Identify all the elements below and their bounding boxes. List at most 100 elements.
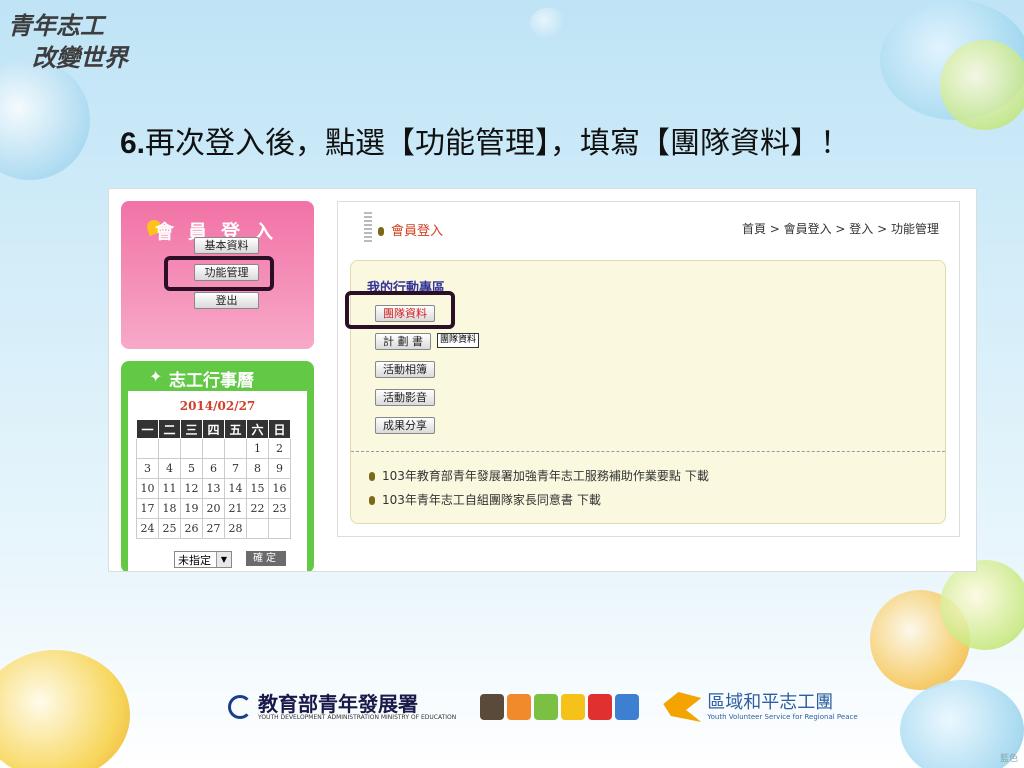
day-cell[interactable]: 22 — [246, 498, 269, 519]
bubble-decoration — [940, 560, 1024, 650]
day-cell[interactable] — [202, 438, 225, 459]
book-icon — [480, 694, 505, 720]
nature-icon — [534, 694, 559, 720]
category-select[interactable]: 未指定 ▼ — [174, 551, 232, 568]
day-cell[interactable] — [268, 518, 291, 539]
day-cell[interactable] — [246, 518, 269, 539]
week-row: 3456789 — [136, 458, 291, 479]
day-cell[interactable] — [180, 438, 203, 459]
slogan-line2: 改變世界 — [32, 43, 128, 72]
bubble-decoration — [0, 650, 130, 768]
day-cell[interactable]: 3 — [136, 458, 159, 479]
day-cell[interactable]: 10 — [136, 478, 159, 499]
week-row: 10 11 12 13 14 15 16 — [136, 478, 291, 499]
day-cell[interactable] — [224, 438, 247, 459]
plan-button[interactable]: 計 劃 書 — [375, 333, 431, 350]
highlight-box-team — [345, 291, 455, 329]
day-cell[interactable]: 28 — [224, 518, 247, 539]
medical-cross-icon — [588, 694, 613, 720]
download-item: 103年教育部青年發展署加強青年志工服務補助作業要點 下載 — [369, 467, 709, 484]
day-cell[interactable]: 20 — [202, 498, 225, 519]
day-cell[interactable]: 17 — [136, 498, 159, 519]
dove-icon — [663, 692, 702, 722]
basic-info-button[interactable]: 基本資料 — [194, 237, 259, 254]
day-cell[interactable]: 8 — [246, 458, 269, 479]
bubble-decoration — [940, 40, 1024, 130]
footer-logos: 教育部青年發展署 YOUTH DEVELOPMENT ADMINISTRATIO… — [228, 692, 858, 722]
download-text: 103年教育部青年發展署加強青年志工服務補助作業要點 — [382, 469, 681, 483]
day-cell[interactable]: 12 — [180, 478, 203, 499]
day-cell[interactable]: 7 — [224, 458, 247, 479]
weekday: 三 — [180, 419, 203, 439]
logo1-text: 教育部青年發展署 — [258, 691, 418, 716]
day-cell[interactable]: 5 — [180, 458, 203, 479]
weekday: 四 — [202, 419, 225, 439]
peace-volunteer-logo: 區域和平志工團 Youth Volunteer Service for Regi… — [663, 692, 858, 722]
day-cell[interactable]: 15 — [246, 478, 269, 499]
home-icon — [507, 694, 532, 720]
confirm-button[interactable]: 確定 — [246, 551, 286, 566]
day-cell[interactable]: 24 — [136, 518, 159, 539]
highlight-box-manage — [164, 256, 274, 291]
calendar-title: 志工行事曆 — [169, 371, 254, 391]
breadcrumb[interactable]: 首頁 > 會員登入 > 登入 > 功能管理 — [742, 220, 939, 237]
day-cell[interactable]: 27 — [202, 518, 225, 539]
step-number: 6. — [120, 127, 146, 160]
calendar-grid: 一 二 三 四 五 六 日 12 3456789 10 11 12 13 14 15 16 — [136, 419, 291, 539]
logout-button[interactable]: 登出 — [194, 292, 259, 309]
slide-heading: 6.再次登入後，點選【功能管理】，填寫【團隊資料】！ — [120, 118, 850, 162]
select-value: 未指定 — [178, 553, 211, 567]
slogan-line1: 青年志工 — [8, 11, 104, 40]
day-cell[interactable]: 18 — [158, 498, 181, 519]
logo3-text: 區域和平志工團 — [707, 692, 834, 713]
day-cell[interactable]: 9 — [268, 458, 291, 479]
category-tiles — [480, 694, 640, 720]
logo1-subtext: YOUTH DEVELOPMENT ADMINISTRATION MINISTR… — [258, 713, 457, 721]
day-cell[interactable]: 13 — [202, 478, 225, 499]
volunteer-calendar: ✦ 志工行事曆 2014/02/27 一 二 三 四 五 六 日 12 3456… — [121, 361, 314, 571]
calendar-controls: 未指定 ▼ 確定 — [174, 551, 286, 568]
album-button[interactable]: 活動相簿 — [375, 361, 435, 378]
day-cell[interactable]: 16 — [268, 478, 291, 499]
weekday: 六 — [246, 419, 269, 439]
day-cell[interactable] — [158, 438, 181, 459]
day-cell[interactable]: 4 — [158, 458, 181, 479]
video-button[interactable]: 活動影音 — [375, 389, 435, 406]
bubble-decoration — [0, 60, 90, 180]
website-screenshot: 會員登入 基本資料 功能管理 登出 ✦ 志工行事曆 2014/02/27 一 二… — [108, 188, 977, 572]
day-cell[interactable]: 19 — [180, 498, 203, 519]
chevron-down-icon[interactable]: ▼ — [216, 552, 231, 567]
week-row: 24 25 26 27 28 — [136, 518, 291, 539]
day-cell[interactable]: 6 — [202, 458, 225, 479]
pin-icon — [378, 227, 384, 236]
download-item: 103年青年志工自組團隊家長同意書 下載 — [369, 491, 601, 508]
content-header: 會員登入 首頁 > 會員登入 > 登入 > 功能管理 — [338, 202, 959, 248]
calendar-date: 2014/02/27 — [179, 399, 256, 413]
weekday: 一 — [136, 419, 159, 439]
weekday-row: 一 二 三 四 五 六 日 — [136, 419, 291, 439]
header-decoration — [364, 212, 372, 242]
day-cell[interactable]: 26 — [180, 518, 203, 539]
day-cell[interactable]: 23 — [268, 498, 291, 519]
day-cell[interactable] — [136, 438, 159, 459]
logo3-subtext: Youth Volunteer Service for Regional Pea… — [707, 713, 858, 721]
tooltip: 團隊資料 — [437, 333, 480, 348]
day-cell[interactable]: 21 — [224, 498, 247, 519]
corner-label: 藍色 — [999, 754, 1018, 764]
slogan: 青年志工 改變世界 — [8, 10, 128, 74]
heading-text: 再次登入後，點選【功能管理】，填寫【團隊資料】！ — [145, 126, 851, 161]
week-row: 12 — [136, 438, 291, 459]
day-cell[interactable]: 25 — [158, 518, 181, 539]
download-link[interactable]: 下載 — [577, 493, 601, 507]
share-button[interactable]: 成果分享 — [375, 417, 435, 434]
science-icon — [615, 694, 640, 720]
culture-icon — [561, 694, 586, 720]
main-content: 會員登入 首頁 > 會員登入 > 登入 > 功能管理 我的行動專區 團隊資料 計… — [337, 201, 960, 537]
day-cell[interactable]: 2 — [268, 438, 291, 459]
content-title-text: 會員登入 — [391, 224, 444, 239]
day-cell[interactable]: 14 — [224, 478, 247, 499]
download-link[interactable]: 下載 — [685, 469, 709, 483]
day-cell[interactable]: 1 — [246, 438, 269, 459]
weekday: 日 — [268, 419, 291, 439]
day-cell[interactable]: 11 — [158, 478, 181, 499]
